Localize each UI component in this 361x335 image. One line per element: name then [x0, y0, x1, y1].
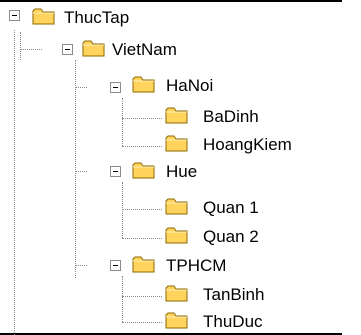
tree-item-thuctap[interactable]: ThucTap: [64, 8, 129, 28]
folder-icon: [165, 312, 188, 329]
tree-line-root: [20, 32, 21, 60]
tree-item-thuduc[interactable]: ThuDuc: [203, 312, 263, 332]
collapse-toggle-hue[interactable]: [110, 166, 121, 177]
tree-line-hue: [75, 171, 87, 172]
tree-line-quan1: [122, 209, 162, 210]
tree-line-badinh: [122, 118, 162, 119]
folder-icon: [132, 162, 155, 179]
tree-line-quan2: [122, 238, 162, 239]
folder-icon: [165, 135, 188, 152]
folder-tree-view[interactable]: ThucTap VietNam HaNoi BaDinh HoangKiem H…: [0, 0, 361, 335]
tree-item-tphcm[interactable]: TPHCM: [166, 256, 226, 276]
folder-icon: [165, 198, 188, 215]
tree-line-tphcm: [75, 265, 87, 266]
tree-item-tanbinh[interactable]: TanBinh: [203, 285, 264, 305]
tree-item-hanoi[interactable]: HaNoi: [166, 76, 213, 96]
collapse-toggle-thuctap[interactable]: [9, 10, 20, 21]
tree-item-vietnam[interactable]: VietNam: [112, 40, 177, 60]
tree-line-root-sibling: [14, 30, 15, 335]
tree-line-hue-children: [122, 182, 123, 238]
tree-line-hanoi: [75, 87, 87, 88]
collapse-toggle-hanoi[interactable]: [110, 82, 121, 93]
folder-icon: [165, 227, 188, 244]
tree-line-hoangkiem: [122, 146, 162, 147]
tree-line-vietnam: [20, 49, 42, 50]
tree-line-thuduc: [122, 322, 162, 323]
folder-icon: [132, 256, 155, 273]
folder-icon: [165, 285, 188, 302]
folder-icon: [82, 40, 105, 57]
top-border: [0, 0, 342, 2]
tree-item-badinh[interactable]: BaDinh: [203, 107, 259, 127]
tree-item-hue[interactable]: Hue: [166, 162, 197, 182]
tree-item-quan-1[interactable]: Quan 1: [203, 198, 259, 218]
tree-line-tphcm-children: [122, 276, 123, 322]
folder-icon: [32, 8, 55, 25]
folder-icon: [132, 76, 155, 93]
tree-line-vietnam-children: [75, 60, 76, 278]
tree-item-hoangkiem[interactable]: HoangKiem: [203, 135, 292, 155]
tree-line-tanbinh: [122, 296, 162, 297]
collapse-toggle-tphcm[interactable]: [110, 260, 121, 271]
collapse-toggle-vietnam[interactable]: [62, 44, 73, 55]
tree-line-hanoi-children: [122, 98, 123, 146]
tree-item-quan-2[interactable]: Quan 2: [203, 227, 259, 247]
folder-icon: [165, 107, 188, 124]
